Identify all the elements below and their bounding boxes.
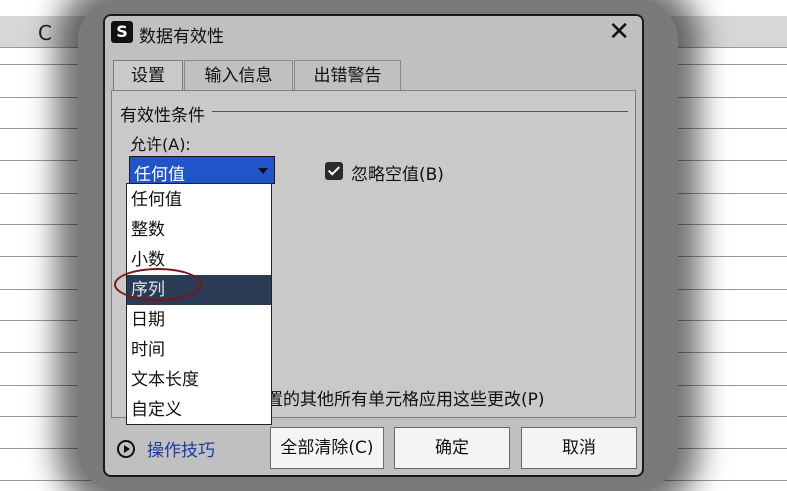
dialog-title: 数据有效性 [139,27,224,47]
allow-select[interactable]: 任何值 [129,156,275,185]
allow-select-value: 任何值 [134,165,185,185]
app-logo-icon: S [111,21,133,43]
cancel-button[interactable]: 取消 [521,427,637,469]
column-header-c[interactable]: C [38,21,52,45]
allow-label: 允许(A): [130,135,191,154]
tips-link[interactable]: 操作技巧 [147,436,215,461]
clear-all-button[interactable]: 全部清除(C) [270,427,384,469]
option-date[interactable]: 日期 [127,305,271,335]
option-custom[interactable]: 自定义 [127,395,271,425]
tab-error-alert[interactable]: 出错警告 [294,60,401,90]
chevron-down-icon[interactable] [258,168,268,174]
apply-to-all-label[interactable]: 置的其他所有单元格应用这些更改(P) [266,385,545,410]
close-icon[interactable]: ✕ [608,18,630,46]
annotation-ellipse [114,268,202,301]
option-any-value[interactable]: 任何值 [127,185,271,215]
ignore-blank-label[interactable]: 忽略空值(B) [351,160,444,185]
tab-input-message[interactable]: 输入信息 [184,60,293,90]
dialog-titlebar[interactable]: S 数据有效性 ✕ [105,16,642,50]
validation-criteria-label: 有效性条件 [120,101,209,126]
option-time[interactable]: 时间 [127,335,271,365]
ignore-blank-checkbox[interactable] [325,162,343,180]
tab-settings[interactable]: 设置 [113,60,183,92]
play-circle-icon[interactable] [117,440,135,458]
option-text-length[interactable]: 文本长度 [127,365,271,395]
group-divider [212,111,628,112]
option-whole-number[interactable]: 整数 [127,215,271,245]
allow-dropdown-list: 任何值 整数 小数 序列 日期 时间 文本长度 自定义 [126,183,272,425]
ok-button[interactable]: 确定 [394,427,510,469]
